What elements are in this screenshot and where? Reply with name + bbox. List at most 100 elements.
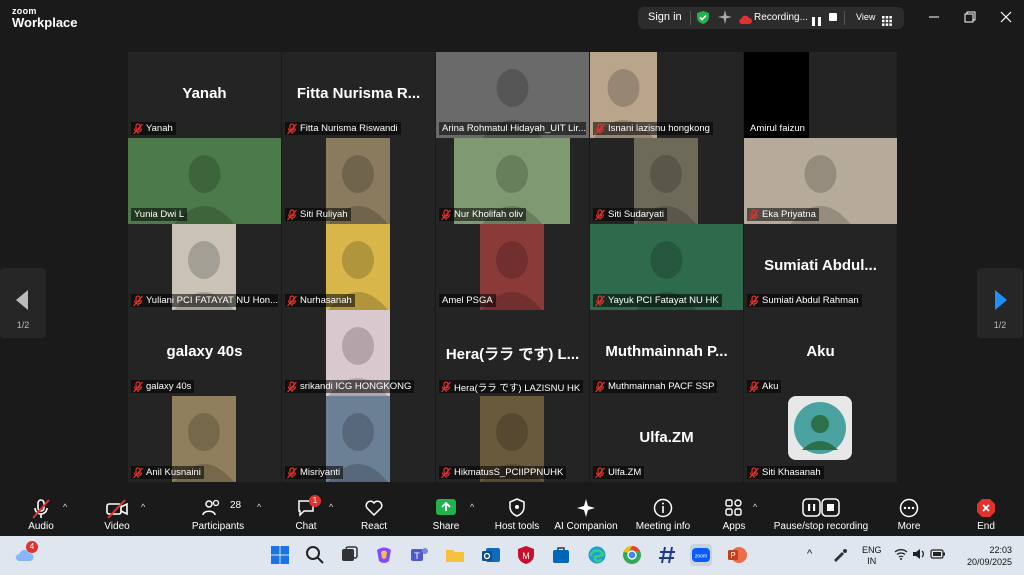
participant-name: HikmatusS_PCIIPPNUHK [454,467,564,478]
participant-name-label: Amel PSGA [439,294,496,307]
participant-tile[interactable]: Nur Kholifah oliv [436,138,589,224]
participant-name-label: Sumiati Abdul Rahman [747,294,862,307]
apps-button[interactable]: Apps [716,490,752,536]
more-button[interactable]: More [890,490,928,536]
participant-tile[interactable]: srikandi ICG HONGKONG [282,310,435,396]
language-indicator[interactable]: ENG IN [862,545,882,567]
hashtag-app-icon[interactable] [656,544,678,566]
participant-tile[interactable]: Siti Ruliyah [282,138,435,224]
participant-tile[interactable]: Anil Kusnaini [128,396,281,482]
restore-icon[interactable] [960,8,980,26]
ai-sparkle-icon[interactable] [718,10,732,29]
participant-name-label: Muthmainnah PACF SSP [593,380,718,393]
share-screen-icon [436,499,456,515]
mic-muted-icon [594,208,606,221]
view-button[interactable]: View [856,12,875,22]
clock[interactable]: 22:03 20/09/2025 [966,544,1012,568]
start-windows-icon[interactable] [269,544,291,566]
participants-options-caret-icon[interactable]: ^ [257,502,261,512]
participant-tile[interactable]: galaxy 40s galaxy 40s [128,310,281,396]
participant-display-name: Yanah [182,85,227,102]
video-options-caret-icon[interactable]: ^ [141,502,145,512]
pause-recording-icon[interactable] [812,13,821,31]
share-options-caret-icon[interactable]: ^ [470,502,474,512]
weather-widget-icon[interactable]: 4 [14,541,38,566]
participant-tile[interactable]: Muthmainnah P... Muthmainnah PACF SSP [590,310,743,396]
ai-companion-button[interactable]: AI Companion [552,490,620,536]
participant-name-label: Ulfa.ZM [593,466,645,479]
volume-icon[interactable] [912,548,926,562]
react-label: React [360,521,388,532]
apps-options-caret-icon[interactable]: ^ [753,502,757,512]
participant-tile[interactable]: Sumiati Abdul... Sumiati Abdul Rahman [744,224,897,310]
participant-tile[interactable]: Ulfa.ZM Ulfa.ZM [590,396,743,482]
audio-options-caret-icon[interactable]: ^ [63,502,67,512]
end-meeting-button[interactable]: End [966,490,1006,536]
chat-button[interactable]: 1 Chat [286,490,326,536]
edge-icon[interactable] [586,544,608,566]
windows-taskbar: 4 T M zoom P ^ ENG IN 22:03 20/09/2025 [0,536,1024,575]
participant-name: Aku [762,381,779,392]
participant-tile[interactable]: Misriyanti [282,396,435,482]
participant-tile[interactable]: Nurhasanah [282,224,435,310]
stop-recording-icon[interactable] [829,13,837,21]
next-page-button[interactable]: 1/2 [977,268,1023,338]
mic-muted-icon [594,122,606,135]
participant-tile[interactable]: Hera(ララ です) L... Hera(ララ です) LAZISNU HK [436,310,589,396]
participant-name-label: Yuliani PCI FATAYAT NU Hon... [131,294,278,307]
minimize-icon[interactable] [924,8,944,26]
more-icon [899,498,919,518]
show-hidden-icons-chevron-icon[interactable]: ^ [807,548,812,560]
mic-muted-icon [594,380,606,393]
prev-page-button[interactable]: 1/2 [0,268,46,338]
participants-button[interactable]: 28 Participants [188,490,248,536]
chrome-icon[interactable] [621,544,643,566]
react-button[interactable]: React [352,490,396,536]
participant-name-label: galaxy 40s [131,380,195,393]
file-explorer-icon[interactable] [444,544,466,566]
audio-button[interactable]: Audio [18,490,64,536]
zoom-taskbar-icon[interactable]: zoom [690,544,712,566]
participant-tile[interactable]: Isnani lazisnu hongkong [590,52,743,138]
mic-muted-icon [440,208,452,221]
participant-tile[interactable]: Amel PSGA [436,224,589,310]
mcafee-icon[interactable]: M [515,544,537,566]
copilot-icon[interactable] [373,544,395,566]
participant-tile[interactable]: Yanah Yanah [128,52,281,138]
video-button[interactable]: Video [94,490,140,536]
participant-tile[interactable]: Yunia Dwi L [128,138,281,224]
participant-tile[interactable]: Amirul faizun [744,52,897,138]
store-icon[interactable] [550,544,572,566]
share-button[interactable]: Share [424,490,468,536]
participant-tile[interactable]: Arina Rohmatul Hidayah_UIT Lir... [436,52,589,138]
participant-tile[interactable]: Yayuk PCI Fatayat NU HK [590,224,743,310]
chat-options-caret-icon[interactable]: ^ [329,502,333,512]
keyboard-layout: IN [867,556,877,566]
task-view-icon[interactable] [338,544,360,566]
participant-tile[interactable]: Yuliani PCI FATAYAT NU Hon... [128,224,281,310]
close-icon[interactable] [996,8,1016,26]
participant-tile[interactable]: Fitta Nurisma R... Fitta Nurisma Riswandi [282,52,435,138]
pen-tray-icon[interactable] [832,548,848,564]
participant-name-label: Yayuk PCI Fatayat NU HK [593,294,722,307]
participant-tile[interactable]: Siti Khasanah [744,396,897,482]
sign-in-button[interactable]: Sign in [648,11,682,23]
teams-icon[interactable]: T [408,544,430,566]
powerpoint-icon[interactable]: P [726,544,748,566]
page-indicator: 1/2 [993,320,1007,330]
pause-stop-recording-button[interactable]: Pause/stop recording [770,490,872,536]
host-tools-button[interactable]: Host tools [490,490,544,536]
participant-tile[interactable]: HikmatusS_PCIIPPNUHK [436,396,589,482]
grid-view-icon[interactable] [882,13,892,31]
wifi-icon[interactable] [894,548,908,562]
outlook-icon[interactable] [480,544,502,566]
participant-tile[interactable]: Siti Sudaryati [590,138,743,224]
mic-muted-icon [748,380,760,393]
meeting-info-button[interactable]: Meeting info [632,490,694,536]
shield-icon[interactable] [696,10,710,30]
participant-tile[interactable]: Eka Priyatna [744,138,897,224]
search-icon[interactable] [304,544,326,566]
participant-name-label: Aku [747,380,782,393]
participant-tile[interactable]: Aku Aku [744,310,897,396]
battery-icon[interactable] [930,548,946,562]
